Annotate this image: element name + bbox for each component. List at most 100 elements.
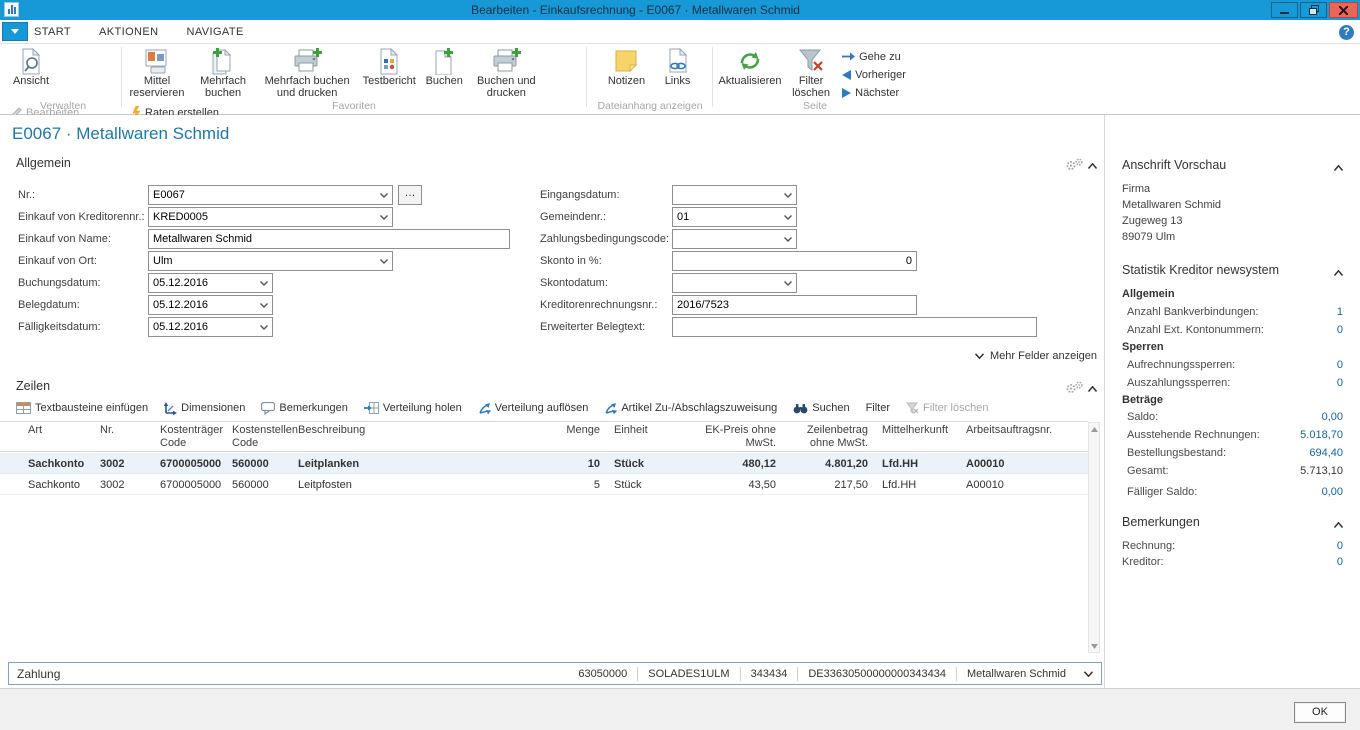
eingangsdatum-combobox[interactable]	[672, 185, 797, 205]
verteilung-aufloesen-button[interactable]: Verteilung auflösen	[478, 402, 589, 415]
col-nr[interactable]: Nr.	[100, 422, 160, 451]
kreditorenrechnungsnr-field[interactable]	[672, 295, 917, 315]
bemerkungen-button[interactable]: Bemerkungen	[261, 402, 348, 415]
application-menu-button[interactable]	[2, 22, 28, 41]
table-row[interactable]: Sachkonto 3002 6700005000 560000 Leitpfo…	[0, 474, 1088, 495]
view-document-icon	[19, 47, 43, 75]
scroll-up-icon[interactable]	[1089, 423, 1099, 435]
section-settings-icon[interactable]	[1066, 158, 1084, 174]
links-button[interactable]: Links	[656, 44, 700, 100]
skonto-field[interactable]	[672, 251, 917, 271]
dimensions-icon	[164, 402, 177, 415]
mehrfach-buchen-button[interactable]: Mehrfach buchen	[192, 44, 254, 100]
post-icon	[432, 47, 456, 75]
help-icon[interactable]: ?	[1339, 25, 1354, 40]
stat-value-link[interactable]: 0,00	[1263, 411, 1343, 423]
name-field[interactable]	[148, 229, 510, 249]
mittel-reservieren-button[interactable]: Mittel reservieren	[125, 44, 189, 100]
col-zeilenbetrag[interactable]: Zeilenbetrag ohne MwSt.	[782, 422, 874, 451]
address-line: Metallwaren Schmid	[1122, 199, 1221, 211]
stat-value-link[interactable]: 0	[1263, 377, 1343, 389]
stat-value-link[interactable]: 1	[1263, 306, 1343, 318]
charge-assignment-icon	[604, 402, 617, 415]
expand-zahlung-icon[interactable]	[1084, 671, 1093, 677]
verteilung-holen-button[interactable]: Verteilung holen	[364, 402, 462, 414]
collapse-zeilen-icon[interactable]	[1088, 383, 1097, 395]
testbericht-button[interactable]: Testbericht	[360, 44, 418, 100]
factbox-statistik-header[interactable]: Statistik Kreditor newsystem	[1122, 263, 1279, 277]
notizen-button[interactable]: Notizen	[600, 44, 652, 100]
buchen-button[interactable]: Buchen	[421, 44, 467, 100]
filter-loeschen-button[interactable]: Filter löschen	[787, 44, 835, 100]
naechster-button[interactable]: Nächster	[842, 85, 906, 100]
tab-start[interactable]: START	[32, 22, 73, 42]
collapse-bemerkungen-icon[interactable]	[1334, 519, 1343, 531]
col-beschreibung[interactable]: Beschreibung	[298, 422, 546, 451]
vorheriger-button[interactable]: Vorheriger	[842, 67, 906, 82]
stat-value-link[interactable]: 0	[1263, 556, 1343, 568]
col-einheit[interactable]: Einheit	[606, 422, 682, 451]
stat-value-link[interactable]: 5.018,70	[1263, 429, 1343, 441]
erweiterter-belegtext-field[interactable]	[672, 317, 1037, 337]
kreditorennr-combobox[interactable]: KRED0005	[148, 207, 393, 227]
skontodatum-combobox[interactable]	[672, 273, 797, 293]
factbox-anschrift-header[interactable]: Anschrift Vorschau	[1122, 158, 1226, 172]
tab-aktionen[interactable]: AKTIONEN	[97, 22, 160, 42]
restore-button[interactable]	[1300, 2, 1327, 18]
artikel-zuweisung-button[interactable]: Artikel Zu-/Abschlagszuweisung	[604, 402, 777, 415]
faelligkeitsdatum-combobox[interactable]: 05.12.2016	[148, 317, 273, 337]
scroll-down-icon[interactable]	[1089, 640, 1099, 652]
zahlungsbedingungscode-combobox[interactable]	[672, 229, 797, 249]
fasttab-zeilen-header[interactable]: Zeilen	[16, 379, 50, 393]
stat-value-link[interactable]: 0	[1263, 540, 1343, 552]
statistik-group-title: Allgemein	[1122, 288, 1175, 300]
mehrfach-buchen-drucken-button[interactable]: Mehrfach buchen und drucken	[257, 44, 357, 100]
buchen-und-drucken-button[interactable]: Buchen und drucken	[470, 44, 542, 100]
ok-button[interactable]: OK	[1294, 702, 1346, 723]
stat-value-link[interactable]: 0	[1263, 359, 1343, 371]
collapse-allgemein-icon[interactable]	[1088, 160, 1097, 172]
col-ek-preis[interactable]: EK-Preis ohne MwSt.	[682, 422, 782, 451]
collapse-statistik-icon[interactable]	[1334, 267, 1343, 279]
nr-assist-edit-button[interactable]: …	[398, 185, 422, 205]
ort-combobox[interactable]: Ulm	[148, 251, 393, 271]
aktualisieren-button[interactable]: Aktualisieren	[716, 44, 784, 100]
table-row[interactable]: Sachkonto 3002 6700005000 560000 Leitpla…	[0, 453, 1088, 474]
split-arrows-icon	[478, 402, 491, 415]
close-button[interactable]	[1329, 2, 1358, 18]
post-print-icon	[491, 47, 521, 75]
nr-label: Nr.:	[18, 189, 148, 201]
col-kostenstellen[interactable]: Kostenstellen Code	[232, 422, 298, 451]
gemeindenr-combobox[interactable]: 01	[672, 207, 797, 227]
col-menge[interactable]: Menge	[546, 422, 606, 451]
fasttab-allgemein-header[interactable]: Allgemein	[16, 156, 71, 170]
col-arbeitsauftragsnr[interactable]: Arbeitsauftragsnr.	[966, 422, 1086, 451]
nr-combobox[interactable]: E0067	[148, 185, 393, 205]
factbox-bemerkungen-header[interactable]: Bemerkungen	[1122, 515, 1200, 529]
tab-navigate[interactable]: NAVIGATE	[184, 22, 245, 42]
window-title: Bearbeiten - Einkaufsrechnung - E0067 · …	[0, 3, 1271, 17]
gehe-zu-button[interactable]: Gehe zu	[842, 49, 906, 64]
fasttab-zahlung[interactable]: Zahlung 63050000 SOLADES1ULM 343434 DE33…	[8, 662, 1102, 685]
section-settings-icon[interactable]	[1066, 381, 1084, 397]
collapse-anschrift-icon[interactable]	[1334, 162, 1343, 174]
textbausteine-button[interactable]: Textbausteine einfügen	[16, 402, 148, 414]
stat-value-link[interactable]: 694,40	[1263, 447, 1343, 459]
col-mittelherkunft[interactable]: Mittelherkunft	[874, 422, 966, 451]
minimize-button[interactable]	[1271, 2, 1298, 18]
kreditorennr-label: Einkauf von Kreditorennr.:	[18, 211, 148, 223]
lines-grid-scrollbar[interactable]	[1088, 422, 1100, 653]
col-kostentraeger[interactable]: Kostenträger Code	[160, 422, 232, 451]
filter-button[interactable]: Filter	[866, 402, 890, 414]
ansicht-button[interactable]: Ansicht	[8, 44, 54, 100]
col-art[interactable]: Art	[28, 422, 100, 451]
buchungsdatum-combobox[interactable]: 05.12.2016	[148, 273, 273, 293]
belegdatum-combobox[interactable]: 05.12.2016	[148, 295, 273, 315]
gemeindenr-label: Gemeindenr.:	[540, 211, 672, 223]
more-fields-link[interactable]: Mehr Felder anzeigen	[975, 350, 1097, 362]
caret-down-icon	[11, 29, 19, 34]
stat-value-link[interactable]: 0,00	[1263, 486, 1343, 498]
dimensionen-button[interactable]: Dimensionen	[164, 402, 245, 415]
suchen-button[interactable]: Suchen	[793, 402, 849, 414]
stat-value-link[interactable]: 0	[1263, 324, 1343, 336]
